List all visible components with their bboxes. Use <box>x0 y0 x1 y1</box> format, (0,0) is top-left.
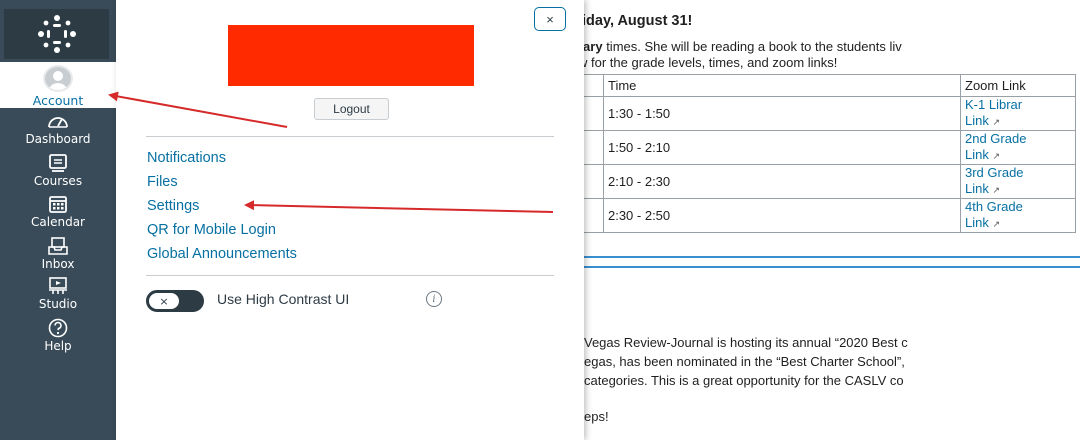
zoom-link-line2[interactable]: Link ↗ <box>965 181 1071 198</box>
nav-inbox[interactable]: Inbox <box>0 236 116 276</box>
table-row: 2:30 - 2:50 4th Grade Link ↗ <box>584 198 1076 233</box>
zoom-link-text[interactable]: Link <box>965 215 989 230</box>
zoom-link-text[interactable]: Link <box>965 181 989 196</box>
table-cell <box>584 198 604 233</box>
divider <box>146 136 554 137</box>
table-row: 1:50 - 2:10 2nd Grade Link ↗ <box>584 130 1076 165</box>
redacted-user-info <box>228 25 474 86</box>
library-schedule-table: Time Zoom Link 1:30 - 1:50 K-1 Librar Li… <box>584 74 1076 233</box>
zoom-link[interactable]: 2nd Grade <box>965 131 1071 147</box>
table-cell-time: 2:10 - 2:30 <box>602 164 962 199</box>
nav-inbox-label: Inbox <box>41 257 75 271</box>
high-contrast-toggle[interactable]: × <box>146 290 204 312</box>
nav-dashboard[interactable]: Dashboard <box>0 111 116 151</box>
nav-help-label: Help <box>44 339 72 353</box>
section-divider <box>584 256 1080 268</box>
zoom-link[interactable]: 4th Grade <box>965 199 1071 215</box>
table-header-row: Time Zoom Link <box>584 74 1076 97</box>
table-header-zoom: Zoom Link <box>960 74 1076 97</box>
course-page-content: , g iday, August 31! rary times. She wil… <box>584 0 1080 440</box>
zoom-link-line2[interactable]: Link ↗ <box>965 215 1071 232</box>
zoom-link-line2[interactable]: Link ↗ <box>965 113 1071 130</box>
info-icon[interactable]: i <box>426 291 442 307</box>
table-cell-time: 2:30 - 2:50 <box>602 198 962 233</box>
link-global-announcements[interactable]: Global Announcements <box>147 246 297 262</box>
close-icon: × <box>546 11 554 27</box>
nav-courses[interactable]: Courses <box>0 153 116 193</box>
external-link-icon: ↗ <box>992 219 1001 229</box>
link-notifications[interactable]: Notifications <box>147 150 226 166</box>
announcement-heading: iday, August 31! <box>584 13 693 29</box>
table-row: 2:10 - 2:30 3rd Grade Link ↗ <box>584 164 1076 199</box>
global-navigation: Account Dashboard Courses Calendar Inbox… <box>0 0 116 440</box>
news-line-1: Vegas Review-Journal is hosting its annu… <box>584 335 908 350</box>
nav-studio[interactable]: Studio <box>0 276 116 316</box>
canvas-logo-icon <box>37 15 76 53</box>
calendar-icon <box>49 196 67 213</box>
nav-courses-label: Courses <box>33 174 83 188</box>
nav-calendar-label: Calendar <box>31 215 85 229</box>
toggle-off-icon: × <box>149 293 179 309</box>
table-cell-time: 1:50 - 2:10 <box>602 130 962 165</box>
table-cell <box>584 96 604 131</box>
table-cell-zoom: K-1 Librar Link ↗ <box>960 96 1076 131</box>
zoom-link-line2[interactable]: Link ↗ <box>965 147 1071 164</box>
announcement-paragraph: rary times. She will be reading a book t… <box>584 39 902 71</box>
zoom-link[interactable]: K-1 Librar <box>965 97 1071 113</box>
table-cell-zoom: 2nd Grade Link ↗ <box>960 130 1076 165</box>
account-tray: Logout Notifications Files Settings QR f… <box>116 0 584 440</box>
table-header-time: Time <box>602 74 962 97</box>
dashboard-icon <box>48 117 68 128</box>
news-paragraph: Vegas Review-Journal is hosting its annu… <box>584 333 908 390</box>
high-contrast-label: Use High Contrast UI <box>217 291 350 307</box>
link-qr-mobile-login[interactable]: QR for Mobile Login <box>147 222 276 238</box>
help-icon <box>48 318 68 338</box>
table-header-blank <box>584 74 604 97</box>
paragraph-bold-fragment: rary <box>584 39 603 54</box>
nav-account-label: Account <box>32 93 84 108</box>
table-cell-zoom: 3rd Grade Link ↗ <box>960 164 1076 199</box>
canvas-logo[interactable] <box>4 9 109 59</box>
news-line-3: categories. This is a great opportunity … <box>584 373 904 388</box>
external-link-icon: ↗ <box>992 185 1001 195</box>
news-line-2: egas, has been nominated in the “Best Ch… <box>584 354 905 369</box>
nav-dashboard-label: Dashboard <box>25 132 91 146</box>
table-cell-zoom: 4th Grade Link ↗ <box>960 198 1076 233</box>
zoom-link-text[interactable]: Link <box>965 113 989 128</box>
studio-icon <box>49 277 67 294</box>
link-settings[interactable]: Settings <box>147 198 199 214</box>
nav-account[interactable]: Account <box>0 62 116 108</box>
nav-studio-label: Studio <box>38 297 78 311</box>
table-cell <box>584 164 604 199</box>
nav-help[interactable]: Help <box>0 318 116 358</box>
external-link-icon: ↗ <box>992 151 1001 161</box>
external-link-icon: ↗ <box>992 117 1001 127</box>
avatar <box>43 65 73 92</box>
nav-calendar[interactable]: Calendar <box>0 194 116 234</box>
paragraph-line-1: times. She will be reading a book to the… <box>602 39 902 54</box>
paragraph-line-2: w for the grade levels, times, and zoom … <box>584 55 838 70</box>
link-files[interactable]: Files <box>147 174 178 190</box>
table-cell-time: 1:30 - 1:50 <box>602 96 962 131</box>
inbox-icon <box>48 237 68 255</box>
table-row: 1:30 - 1:50 K-1 Librar Link ↗ <box>584 96 1076 131</box>
courses-icon <box>49 154 67 172</box>
logout-button[interactable]: Logout <box>314 98 389 120</box>
zoom-link-text[interactable]: Link <box>965 147 989 162</box>
closing-fragment: eps! <box>584 409 609 424</box>
divider <box>146 275 554 276</box>
zoom-link[interactable]: 3rd Grade <box>965 165 1071 181</box>
close-tray-button[interactable]: × <box>534 7 566 31</box>
table-cell <box>584 130 604 165</box>
